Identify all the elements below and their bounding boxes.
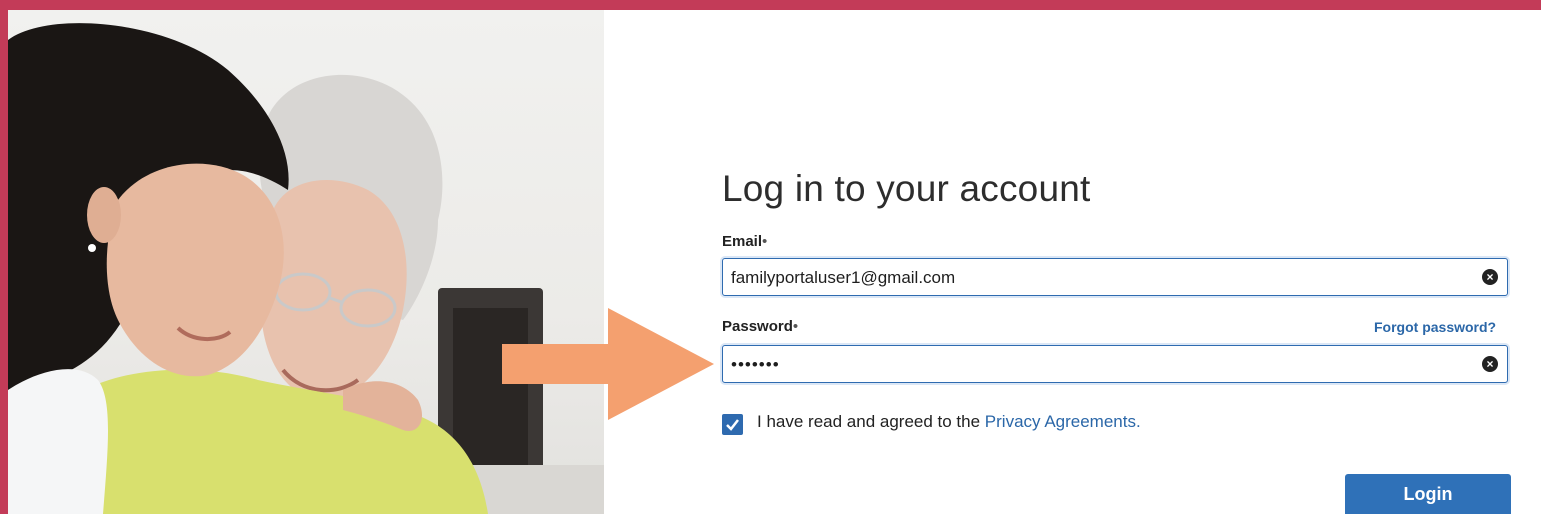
checkmark-icon — [726, 419, 739, 431]
login-button[interactable]: Login — [1345, 474, 1511, 514]
password-value[interactable]: ••••••• — [731, 355, 780, 375]
privacy-agreements-link[interactable]: Privacy Agreements. — [985, 412, 1141, 431]
password-label: Password• — [722, 318, 798, 335]
arrow-right-icon — [502, 308, 714, 420]
clear-password-icon[interactable]: × — [1482, 356, 1498, 372]
email-label-text: Email — [722, 233, 763, 250]
required-mark: • — [792, 318, 799, 335]
agreement-label: I have read and agreed to the — [757, 412, 985, 431]
privacy-agreement-checkbox[interactable] — [722, 414, 743, 435]
email-value[interactable]: familyportaluser1@gmail.com — [731, 268, 955, 288]
email-label: Email• — [722, 233, 767, 250]
people-photo-icon — [8, 23, 604, 514]
password-field[interactable]: ••••••• × — [722, 345, 1508, 383]
caregiver-photo — [8, 10, 604, 514]
page-title: Log in to your account — [722, 168, 1091, 209]
password-label-text: Password — [722, 318, 793, 335]
page-frame: Log in to your account Email• familyport… — [0, 0, 1541, 514]
required-mark: • — [762, 233, 768, 250]
clear-email-icon[interactable]: × — [1482, 269, 1498, 285]
privacy-agreement-text: I have read and agreed to the Privacy Ag… — [757, 412, 1141, 432]
email-field[interactable]: familyportaluser1@gmail.com × — [722, 258, 1508, 296]
forgot-password-link[interactable]: Forgot password? — [1374, 319, 1496, 335]
